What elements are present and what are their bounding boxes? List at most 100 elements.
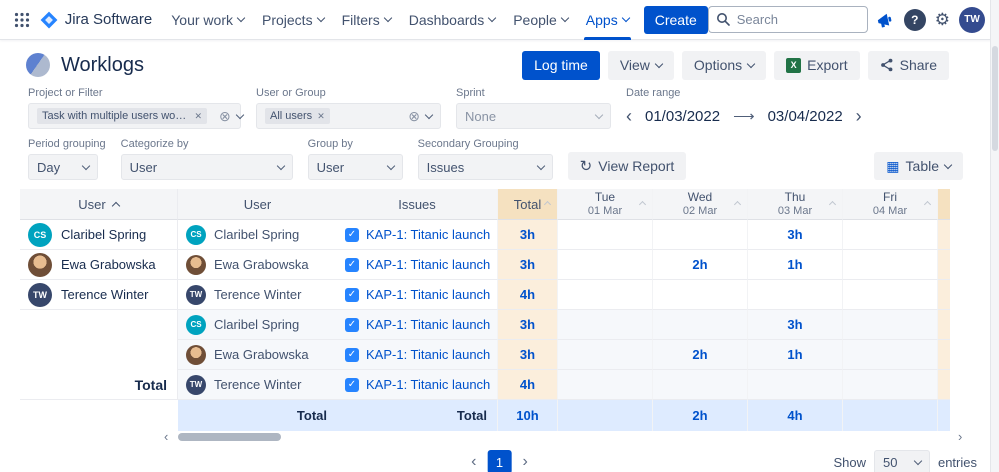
day-cell[interactable] — [557, 250, 652, 280]
nav-item-people[interactable]: People — [504, 0, 577, 40]
log-time-button[interactable]: Log time — [522, 51, 600, 80]
scroll-right-icon[interactable] — [958, 429, 962, 444]
group-by-label: Group by — [308, 138, 403, 150]
issue-link[interactable]: KAP-1: Titanic launch — [366, 257, 490, 272]
export-button[interactable]: Export — [774, 51, 859, 80]
project-filter-select[interactable]: Task with multiple users worklogs — [28, 103, 241, 129]
group-by-select[interactable]: User — [308, 154, 403, 180]
period-grouping-label: Period grouping — [28, 138, 106, 150]
column-header-thu[interactable]: Thu03 Mar — [747, 189, 842, 220]
day-cell[interactable] — [842, 280, 937, 310]
issue-link[interactable]: KAP-1: Titanic launch — [366, 227, 490, 242]
day-cell[interactable]: 2h — [652, 250, 747, 280]
day-cell[interactable] — [652, 310, 747, 340]
day-cell[interactable] — [842, 250, 937, 280]
user-avatar: CS — [186, 225, 206, 245]
column-header-tue[interactable]: Tue01 Mar — [557, 189, 652, 220]
day-cell[interactable]: 1h — [747, 250, 842, 280]
profile-avatar[interactable]: TW — [959, 7, 985, 33]
day-cell[interactable] — [557, 220, 652, 250]
day-cell[interactable]: 3h — [747, 220, 842, 250]
period-grouping-select[interactable]: Day — [28, 154, 98, 180]
share-button[interactable]: Share — [868, 51, 949, 80]
search-input[interactable] — [708, 6, 868, 33]
user-avatar: TW — [186, 375, 206, 395]
day-cell[interactable] — [842, 370, 937, 400]
secondary-grouping-select[interactable]: Issues — [418, 154, 553, 180]
clear-icon[interactable] — [219, 109, 231, 124]
vertical-scrollbar[interactable] — [990, 0, 999, 472]
filter-bar: Project or Filter Task with multiple use… — [0, 84, 999, 180]
previous-page-icon[interactable] — [471, 454, 476, 470]
column-header-issues[interactable]: Issues — [337, 189, 497, 220]
view-dropdown-button[interactable]: View — [608, 51, 674, 80]
categorize-by-select[interactable]: User — [121, 154, 293, 180]
column-header-fri[interactable]: Fri04 Mar — [842, 189, 937, 220]
day-cell[interactable] — [557, 370, 652, 400]
column-header-total[interactable]: Total — [497, 189, 557, 220]
app-switcher-icon[interactable] — [8, 4, 36, 36]
total-cell: 3h — [497, 340, 557, 370]
day-cell[interactable] — [842, 220, 937, 250]
sort-hint-icon — [734, 201, 741, 208]
date-to[interactable]: 03/04/2022 — [768, 108, 843, 125]
day-cell[interactable] — [557, 280, 652, 310]
day-cell[interactable] — [557, 310, 652, 340]
column-header-user-frozen[interactable]: User — [20, 189, 178, 220]
date-from[interactable]: 01/03/2022 — [645, 108, 720, 125]
issue-link[interactable]: KAP-1: Titanic launch — [366, 377, 490, 392]
day-cell[interactable] — [842, 340, 937, 370]
issue-link[interactable]: KAP-1: Titanic launch — [366, 287, 490, 302]
create-button[interactable]: Create — [644, 6, 708, 34]
view-report-button[interactable]: View Report — [568, 152, 687, 180]
table-view-button[interactable]: Table — [874, 152, 963, 180]
nav-item-apps[interactable]: Apps — [577, 0, 638, 40]
user-avatar — [28, 253, 52, 277]
day-cell[interactable] — [652, 280, 747, 310]
day-cell[interactable] — [747, 280, 842, 310]
settings-gear-icon[interactable] — [935, 11, 950, 28]
remove-tag-icon[interactable] — [317, 110, 325, 122]
clear-icon[interactable] — [408, 109, 420, 124]
checkbox-icon[interactable] — [345, 378, 359, 392]
day-cell[interactable]: 2h — [652, 340, 747, 370]
column-header-partial — [937, 189, 950, 220]
day-cell[interactable] — [652, 370, 747, 400]
checkbox-icon[interactable] — [345, 228, 359, 242]
jira-brand[interactable]: Jira Software — [36, 11, 163, 29]
day-cell[interactable] — [842, 310, 937, 340]
remove-tag-icon[interactable] — [194, 110, 202, 122]
checkbox-icon[interactable] — [345, 318, 359, 332]
user-filter-select[interactable]: All users — [256, 103, 441, 129]
scrollbar-thumb[interactable] — [178, 433, 281, 441]
checkbox-icon[interactable] — [345, 288, 359, 302]
scrollbar-thumb[interactable] — [992, 46, 998, 151]
checkbox-icon[interactable] — [345, 348, 359, 362]
nav-item-your-work[interactable]: Your work — [162, 0, 253, 40]
page-size-select[interactable]: 50 — [874, 450, 930, 472]
current-page-button[interactable]: 1 — [488, 450, 512, 472]
day-cell[interactable]: 1h — [747, 340, 842, 370]
day-cell[interactable] — [652, 220, 747, 250]
column-header-wed[interactable]: Wed02 Mar — [652, 189, 747, 220]
column-header-user[interactable]: User — [178, 189, 337, 220]
announcement-icon[interactable] — [875, 10, 896, 29]
checkbox-icon[interactable] — [345, 258, 359, 272]
day-cell[interactable]: 3h — [747, 310, 842, 340]
footer-day-total: 4h — [747, 400, 842, 431]
issue-link[interactable]: KAP-1: Titanic launch — [366, 317, 490, 332]
scroll-left-icon[interactable] — [164, 429, 168, 444]
previous-period-icon[interactable] — [626, 107, 632, 125]
day-cell[interactable] — [557, 340, 652, 370]
issue-link[interactable]: KAP-1: Titanic launch — [366, 347, 490, 362]
nav-item-projects[interactable]: Projects — [253, 0, 333, 40]
day-cell[interactable] — [747, 370, 842, 400]
sprint-select[interactable]: None — [456, 103, 611, 129]
nav-item-filters[interactable]: Filters — [333, 0, 400, 40]
nav-item-dashboards[interactable]: Dashboards — [400, 0, 505, 40]
next-period-icon[interactable] — [856, 107, 862, 125]
options-dropdown-button[interactable]: Options — [682, 51, 766, 80]
filter-tag: All users — [265, 108, 330, 124]
next-page-icon[interactable] — [523, 454, 528, 470]
help-icon[interactable] — [904, 9, 926, 31]
